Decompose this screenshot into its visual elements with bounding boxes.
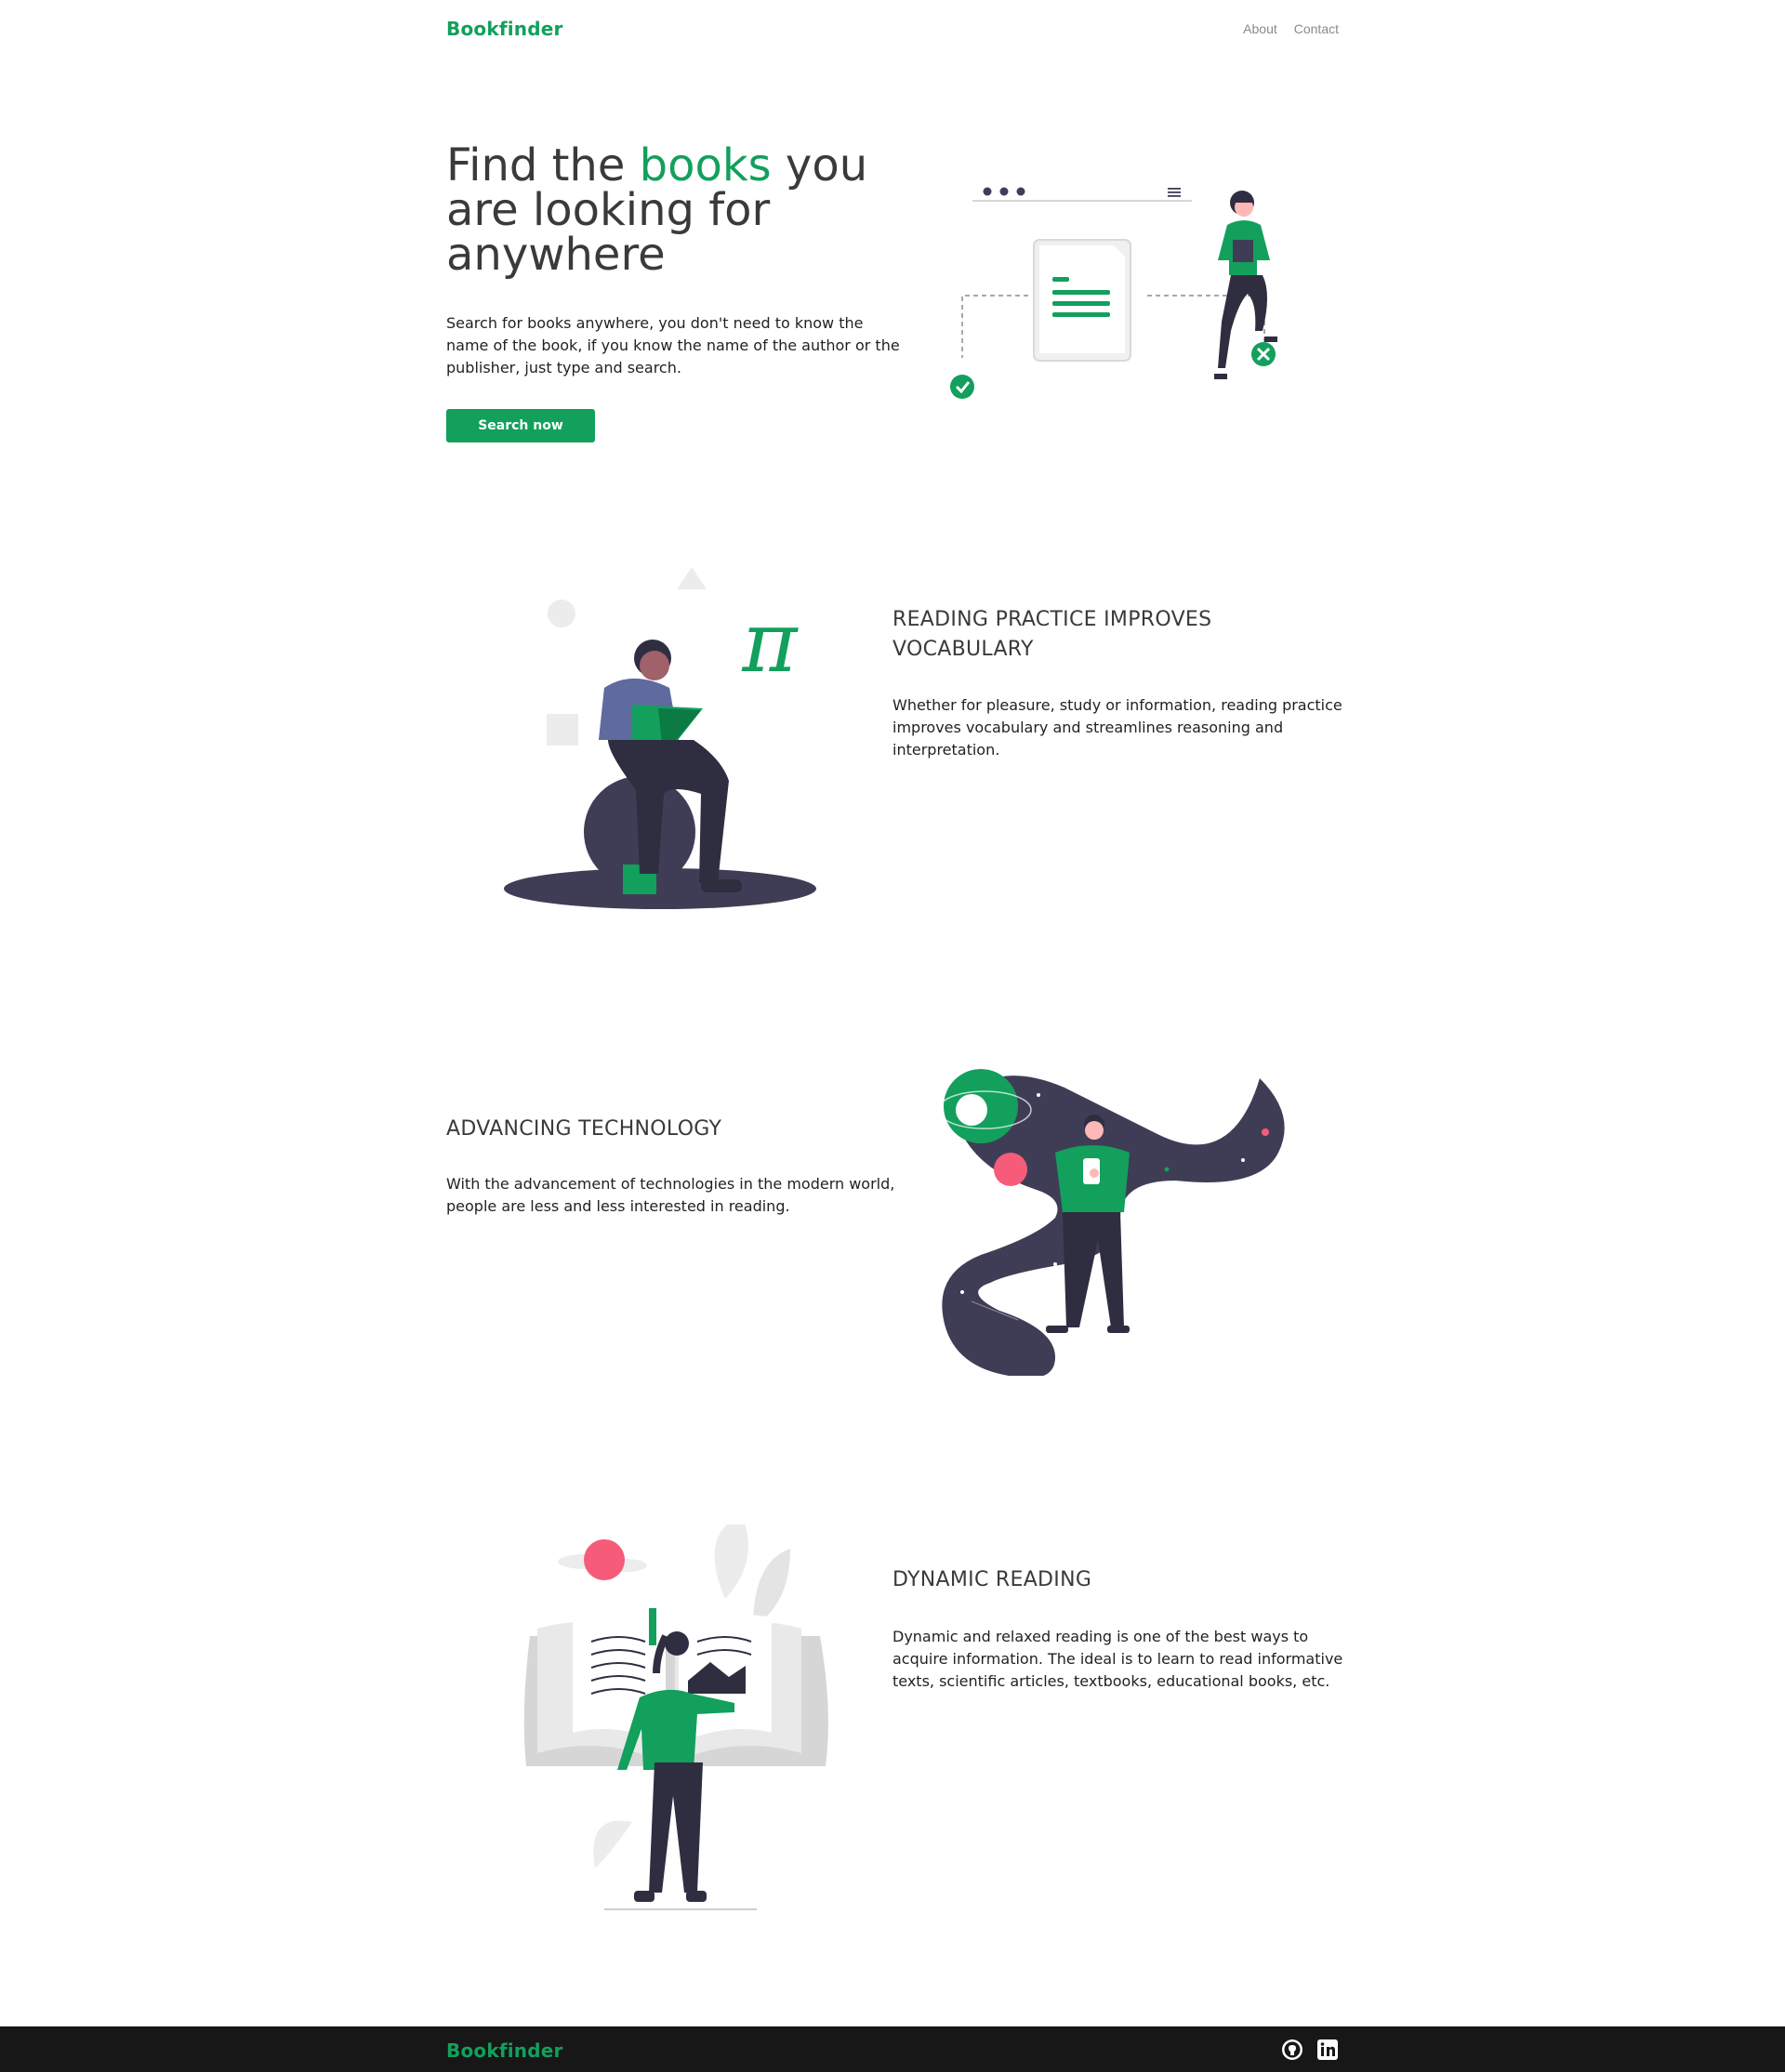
main-nav: About Contact xyxy=(1243,21,1339,36)
open-book-illustration xyxy=(523,1524,828,1910)
section-technology-title: ADVANCING TECHNOLOGY xyxy=(446,1117,722,1141)
section-dynamic-title: DYNAMIC READING xyxy=(892,1568,1092,1591)
section-reading-text: Whether for pleasure, study or informati… xyxy=(892,696,1342,759)
reader-illustration: π xyxy=(504,567,816,909)
nav-contact-link[interactable]: Contact xyxy=(1294,21,1339,36)
svg-text:π: π xyxy=(741,594,799,692)
section-reading-title: READING PRACTICE IMPROVES VOCABULARY xyxy=(892,608,1212,661)
hero-description: Search for books anywhere, you don't nee… xyxy=(446,314,900,376)
space-illustration xyxy=(937,1069,1285,1376)
footer: Bookfinder xyxy=(0,2026,1785,2072)
linkedin-icon[interactable] xyxy=(1316,2039,1339,2061)
nav-about-link[interactable]: About xyxy=(1243,21,1277,36)
footer-brand[interactable]: Bookfinder xyxy=(446,2039,563,2062)
brand-logo[interactable]: Bookfinder xyxy=(446,18,563,40)
section-dynamic-text: Dynamic and relaxed reading is one of th… xyxy=(892,1628,1343,1690)
footer-social-links xyxy=(1281,2039,1339,2061)
search-now-button[interactable]: Search now xyxy=(446,409,595,442)
section-technology-text: With the advancement of technologies in … xyxy=(446,1175,895,1215)
hero-title: Find the books you are looking for anywh… xyxy=(446,143,911,277)
hero-illustration xyxy=(950,187,1277,399)
github-icon[interactable] xyxy=(1281,2039,1303,2061)
top-navbar: Bookfinder About Contact xyxy=(0,0,1785,59)
